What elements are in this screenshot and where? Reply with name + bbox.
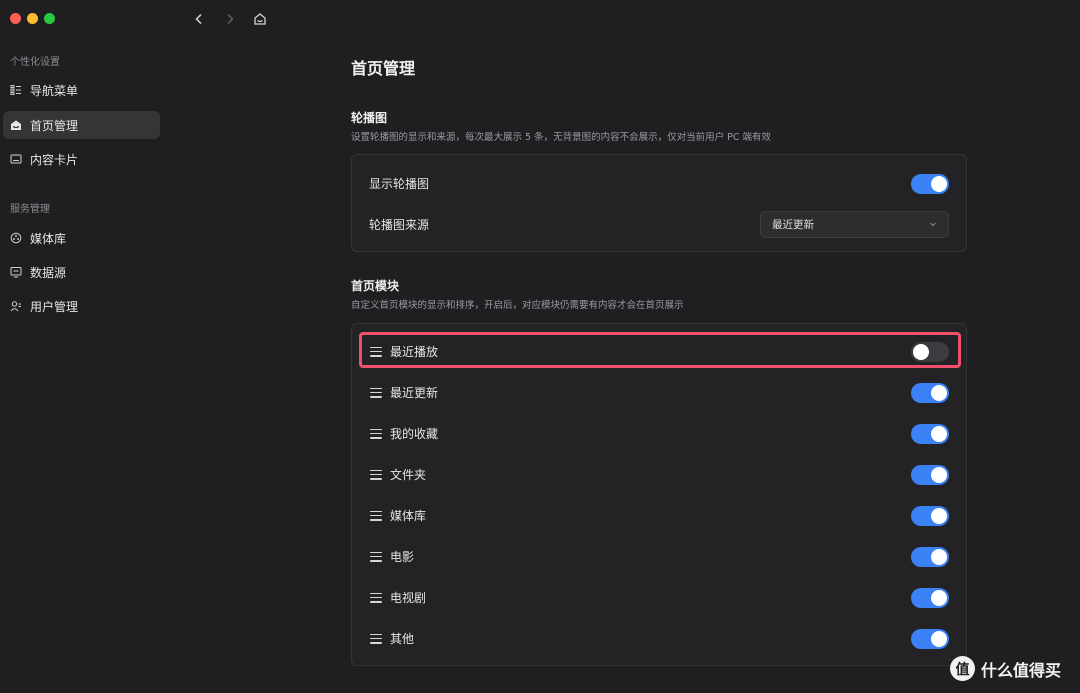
module-label: 电影 <box>390 550 415 564</box>
module-row: 电影 <box>352 536 966 577</box>
sidebar-item-content-card[interactable]: 内容卡片 <box>3 145 160 173</box>
module-label: 最近更新 <box>390 386 439 400</box>
card-icon <box>10 153 22 165</box>
module-toggle[interactable] <box>911 587 949 608</box>
drag-handle-icon[interactable] <box>370 346 382 357</box>
drag-handle-icon[interactable] <box>370 633 382 644</box>
modules-section-desc: 自定义首页模块的显示和排序，开启后，对应模块仍需要有内容才会在首页展示 <box>351 300 684 311</box>
module-label: 文件夹 <box>390 468 427 482</box>
module-toggle[interactable] <box>911 382 949 403</box>
module-toggle[interactable] <box>911 341 949 362</box>
carousel-section-desc: 设置轮播图的显示和来源，每次最大展示 5 条，无背景图的内容不会展示，仅对当前用… <box>351 132 771 143</box>
module-label: 我的收藏 <box>390 427 439 441</box>
sidebar-item-label: 首页管理 <box>30 118 79 133</box>
carousel-show-label: 显示轮播图 <box>369 177 430 191</box>
main-content: 首页管理 轮播图 设置轮播图的显示和来源，每次最大展示 5 条，无背景图的内容不… <box>168 0 1080 693</box>
modules-card: 最近播放最近更新我的收藏文件夹媒体库电影电视剧其他 <box>351 323 967 666</box>
sidebar-item-nav-menu[interactable]: 导航菜单 <box>3 76 160 104</box>
module-row: 我的收藏 <box>352 413 966 454</box>
carousel-show-row: 显示轮播图 <box>352 163 966 204</box>
module-label: 媒体库 <box>390 509 427 523</box>
sidebar-item-data-source[interactable]: 数据源 <box>3 258 160 286</box>
watermark: 值 什么值得买 <box>950 656 1061 681</box>
sidebar-section-services: 服务管理 <box>10 204 50 215</box>
drag-handle-icon[interactable] <box>370 510 382 521</box>
module-toggle[interactable] <box>911 423 949 444</box>
module-row: 文件夹 <box>352 454 966 495</box>
drag-handle-icon[interactable] <box>370 428 382 439</box>
drag-handle-icon[interactable] <box>370 387 382 398</box>
carousel-source-label: 轮播图来源 <box>369 218 430 232</box>
module-row: 媒体库 <box>352 495 966 536</box>
sidebar-item-label: 数据源 <box>30 265 67 280</box>
module-label: 最近播放 <box>390 345 439 359</box>
carousel-source-select[interactable]: 最近更新 <box>760 211 949 238</box>
home-icon <box>10 119 22 131</box>
carousel-source-row: 轮播图来源 最近更新 <box>352 204 966 245</box>
data-source-icon <box>10 266 22 278</box>
module-toggle[interactable] <box>911 505 949 526</box>
nav-menu-icon <box>10 84 22 96</box>
sidebar-item-media-library[interactable]: 媒体库 <box>3 224 160 252</box>
module-toggle[interactable] <box>911 628 949 649</box>
module-row: 其他 <box>352 618 966 659</box>
carousel-source-value: 最近更新 <box>772 219 814 231</box>
sidebar: 个性化设置 导航菜单 首页管理 内容卡片 服务管理 媒体库 数据源 用户管理 <box>0 0 168 693</box>
sidebar-item-label: 媒体库 <box>30 231 67 246</box>
drag-handle-icon[interactable] <box>370 469 382 480</box>
window-controls <box>10 13 55 24</box>
page-title: 首页管理 <box>351 59 416 78</box>
sidebar-item-home-management[interactable]: 首页管理 <box>3 111 160 139</box>
watermark-logo: 值 <box>950 656 975 681</box>
module-row: 最近播放 <box>352 331 966 372</box>
minimize-window-button[interactable] <box>27 13 38 24</box>
module-label: 电视剧 <box>390 591 427 605</box>
carousel-section-title: 轮播图 <box>351 111 388 125</box>
carousel-settings-card: 显示轮播图 轮播图来源 最近更新 <box>351 154 967 252</box>
users-icon <box>10 300 22 312</box>
sidebar-item-user-management[interactable]: 用户管理 <box>3 292 160 320</box>
watermark-text: 什么值得买 <box>981 660 1062 680</box>
close-window-button[interactable] <box>10 13 21 24</box>
carousel-show-toggle[interactable] <box>911 173 949 194</box>
sidebar-item-label: 用户管理 <box>30 299 79 314</box>
module-label: 其他 <box>390 632 415 646</box>
drag-handle-icon[interactable] <box>370 592 382 603</box>
module-toggle[interactable] <box>911 546 949 567</box>
media-library-icon <box>10 232 22 244</box>
sidebar-item-label: 导航菜单 <box>30 83 79 98</box>
module-row: 电视剧 <box>352 577 966 618</box>
drag-handle-icon[interactable] <box>370 551 382 562</box>
module-row: 最近更新 <box>352 372 966 413</box>
zoom-window-button[interactable] <box>44 13 55 24</box>
sidebar-section-personalization: 个性化设置 <box>10 57 60 68</box>
chevron-down-icon <box>930 222 936 227</box>
sidebar-item-label: 内容卡片 <box>30 152 79 167</box>
modules-section-title: 首页模块 <box>351 279 400 293</box>
module-toggle[interactable] <box>911 464 949 485</box>
